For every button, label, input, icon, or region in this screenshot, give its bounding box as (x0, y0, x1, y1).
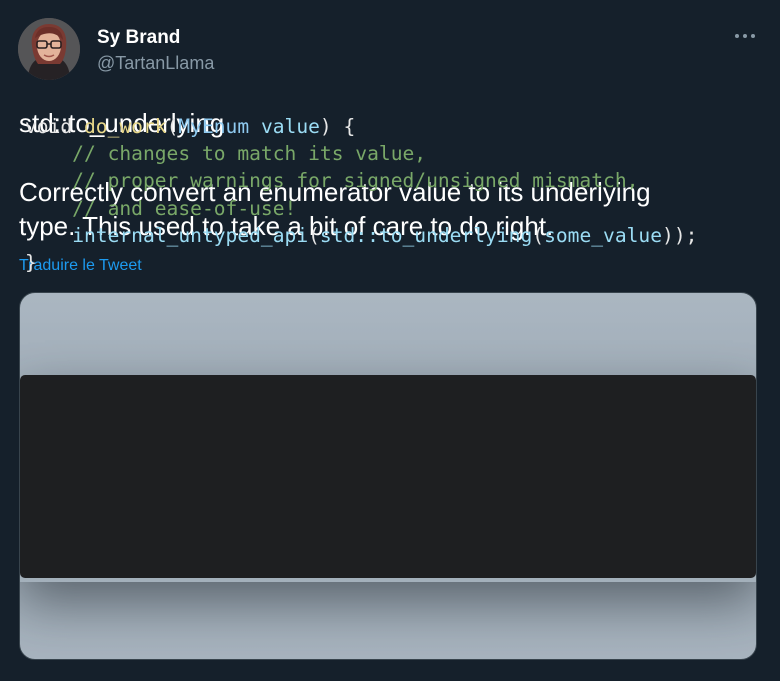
code-line-5: internal_untyped_api(std::to_underlying(… (25, 222, 697, 249)
code-line-2: // changes to match its value, (25, 142, 427, 166)
code-argument: some_value (544, 223, 663, 247)
code-function-name: do_work (83, 115, 167, 138)
code-paren-open: ( (166, 115, 179, 138)
code-call-name: internal_untyped_api (72, 223, 309, 247)
code-ns-function: std::to_underlying (319, 223, 533, 247)
more-horizontal-icon (735, 34, 755, 38)
code-line-1: void do_work(MyEnum value) { (25, 113, 697, 140)
code-type-name: MyEnum (178, 115, 250, 138)
code-snippet: void do_work(MyEnum value) { // changes … (25, 113, 697, 276)
author-handle[interactable]: @TartanLlama (97, 52, 214, 74)
tweet-media-image[interactable] (19, 292, 757, 660)
code-line-4: // and ease-of-use! (25, 196, 297, 220)
tweet-card: Sy Brand @TartanLlama std::to_underlying… (0, 0, 780, 681)
code-window (20, 375, 756, 578)
code-line-3: // proper warnings for signed/unsigned m… (25, 169, 639, 193)
code-param-name: value (260, 115, 320, 138)
code-line-6: } (25, 250, 37, 274)
profile-photo-icon (18, 18, 80, 80)
code-call-close: )); (662, 223, 698, 247)
more-options-button[interactable] (728, 22, 762, 50)
code-keyword-void: void (25, 115, 84, 138)
author-name[interactable]: Sy Brand (97, 27, 180, 49)
code-call-open-2: ( (532, 223, 545, 247)
code-paren-close: ) { (319, 115, 356, 138)
code-call-open: ( (308, 223, 320, 247)
avatar[interactable] (18, 18, 80, 80)
